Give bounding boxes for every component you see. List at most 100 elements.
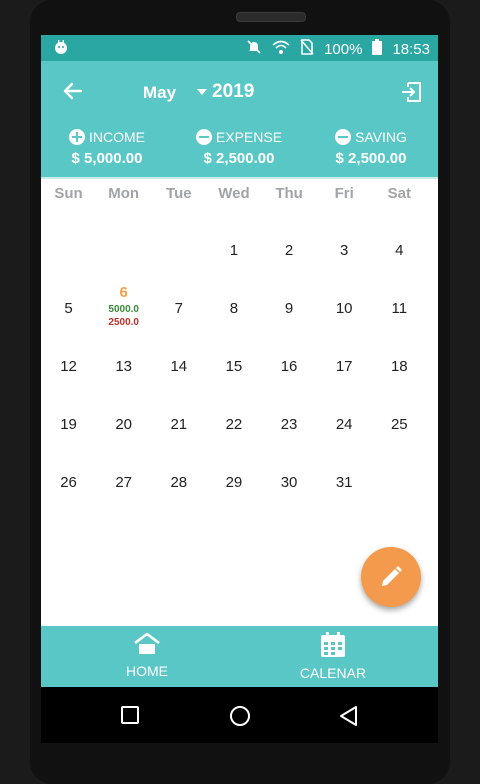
saving-value: $ 2,500.00 [335,150,407,167]
calendar-day[interactable]: 17 [317,329,372,387]
calendar-day[interactable]: 19 [41,387,96,445]
day-number: 21 [170,416,188,433]
saving-summary: SAVING $ 2,500.00 [305,129,437,167]
weekday-label: Thu [275,185,303,202]
day-number: 27 [115,474,133,491]
back-nav-button[interactable] [338,705,360,732]
calendar-week-row: 26 27 28 29 30 31 [41,445,438,503]
calendar-day[interactable]: 12 [41,329,96,387]
calendar-day[interactable]: 23 [262,387,317,445]
nav-calendar-label: CALENAR [299,665,367,681]
calendar-day[interactable]: 26 [41,445,96,503]
recent-apps-button[interactable] [120,705,140,730]
day-number: 15 [225,358,243,375]
calendar-day[interactable]: 3 [317,213,372,271]
day-expense-amount: 2500.0 [108,317,139,328]
exit-icon [402,82,421,102]
minus-circle-icon [335,129,352,145]
home-button[interactable] [229,705,251,732]
calendar-day[interactable]: 20 [96,387,151,445]
day-number: 30 [280,474,298,491]
calendar-week-row: 5 6 5000.0 2500.0 7 8 9 10 11 [41,271,438,329]
day-number: 26 [60,474,77,491]
calendar-day[interactable]: 25 [372,387,427,445]
calendar-empty-cell [151,213,206,271]
calendar-day[interactable]: 6 5000.0 2500.0 [96,271,151,329]
calendar-day[interactable]: 16 [262,329,317,387]
notifications-off-icon [246,39,262,59]
day-number: 5 [64,300,73,317]
circle-icon [230,706,250,726]
android-icon [53,39,69,59]
day-number: 12 [60,358,77,375]
app-screen: 100% 18:53 May 2019 INCOME $ 5,000.00 EX… [41,35,438,687]
day-number: 31 [335,474,353,491]
day-number: 17 [335,358,353,375]
day-number: 16 [280,358,298,375]
calendar-day[interactable]: 18 [372,329,427,387]
day-number: 1 [229,242,239,259]
calendar-day[interactable]: 28 [151,445,206,503]
back-button[interactable] [61,79,85,103]
pencil-icon [382,566,402,586]
calendar-day[interactable]: 9 [262,271,317,329]
calendar-day[interactable]: 8 [206,271,261,329]
calendar-day[interactable]: 14 [151,329,206,387]
day-number: 29 [225,474,243,491]
day-number: 13 [115,358,133,375]
clock: 18:53 [392,40,430,58]
triangle-back-icon [340,706,357,726]
calendar-day[interactable]: 4 [372,213,427,271]
calendar-day[interactable]: 13 [96,329,151,387]
calendar-day[interactable]: 22 [206,387,261,445]
calendar-day[interactable]: 1 [206,213,261,271]
calendar-grid: 1 2 3 4 5 6 5000.0 2500.0 7 8 9 10 11 12 13 14 15 16 17 18 1… [41,213,438,503]
weekday-header: Sun Mon Tue Wed Thu Fri Sat [41,177,438,211]
calendar-day[interactable]: 11 [372,271,427,329]
no-sim-icon [300,39,314,59]
calendar-day[interactable]: 10 [317,271,372,329]
day-number: 25 [390,416,408,433]
export-button[interactable] [400,81,422,103]
weekday-label: Fri [334,185,354,202]
calendar-day[interactable]: 5 [41,271,96,329]
day-number: 28 [170,474,188,491]
calendar-day[interactable]: 21 [151,387,206,445]
calendar-day[interactable]: 30 [262,445,317,503]
day-number: 8 [229,300,239,317]
edit-fab-button[interactable] [361,547,421,607]
square-icon [121,706,139,724]
day-number: 18 [390,358,408,375]
day-number: 2 [284,242,294,259]
income-label: INCOME [89,129,145,145]
day-number: 20 [115,416,133,433]
battery-percent: 100% [324,40,363,58]
calendar-day[interactable]: 15 [206,329,261,387]
month-selector[interactable]: May [143,83,176,103]
calendar-empty-cell [96,213,151,271]
nav-calendar[interactable]: CALENAR [293,632,373,681]
dropdown-arrow-icon[interactable] [197,89,207,95]
wifi-icon [272,39,290,59]
day-number: 11 [391,300,408,317]
day-number: 22 [225,416,243,433]
calendar-day[interactable]: 29 [206,445,261,503]
minus-circle-icon [195,129,212,145]
nav-home[interactable]: HOME [117,632,177,679]
day-number: 23 [280,416,298,433]
arrow-left-icon [63,82,83,100]
calendar-day[interactable]: 31 [317,445,372,503]
calendar-day[interactable]: 27 [96,445,151,503]
calendar-empty-cell [41,213,96,271]
phone-speaker [236,12,306,22]
calendar-day[interactable]: 24 [317,387,372,445]
calendar-day[interactable]: 2 [262,213,317,271]
year-label[interactable]: 2019 [212,81,254,103]
day-number: 9 [284,300,294,317]
calendar-day[interactable]: 7 [151,271,206,329]
battery-icon [372,39,383,59]
calendar-week-row: 1 2 3 4 [41,213,438,271]
app-header: May 2019 INCOME $ 5,000.00 EXPENSE $ 2,5… [41,61,438,177]
day-number: 6 [119,284,128,301]
calendar-week-row: 19 20 21 22 23 24 25 [41,387,438,445]
